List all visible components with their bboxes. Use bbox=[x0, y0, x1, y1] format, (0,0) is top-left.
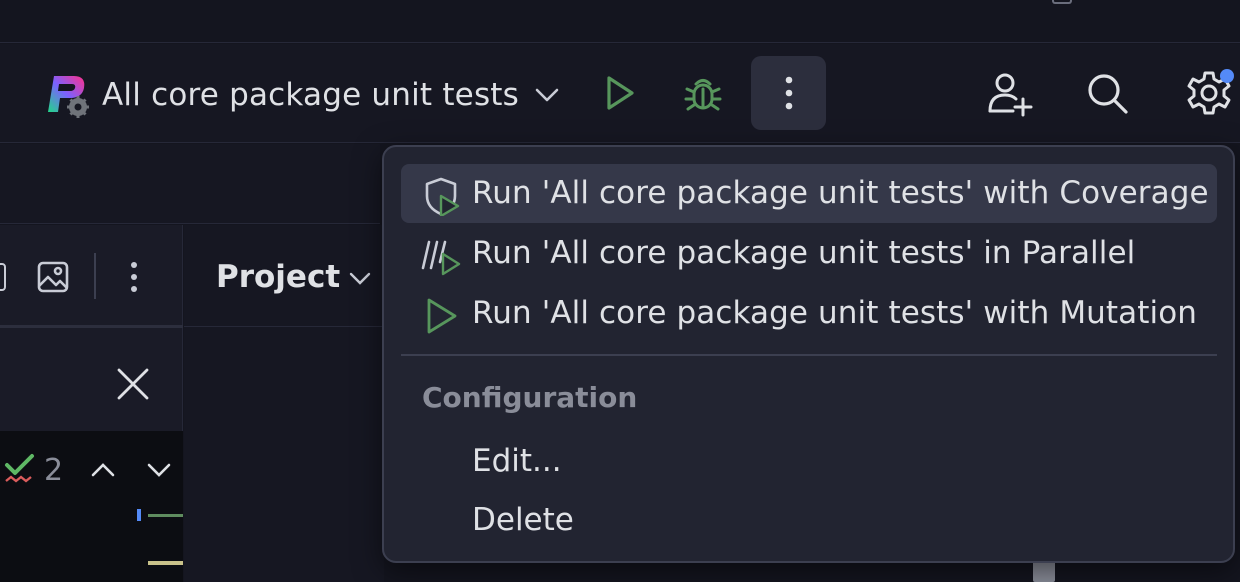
run-icon bbox=[607, 76, 634, 110]
left-tool-panel: 2 bbox=[0, 225, 183, 582]
menu-item-run-with-mutation[interactable]: Run 'All core package unit tests' with M… bbox=[401, 284, 1217, 343]
chevron-down-icon bbox=[535, 88, 559, 102]
run-button[interactable] bbox=[592, 66, 646, 120]
run-configuration-selector[interactable]: All core package unit tests bbox=[44, 70, 561, 120]
menu-item-label: Run 'All core package unit tests' with M… bbox=[472, 295, 1198, 331]
inspection-ok-icon bbox=[5, 454, 34, 483]
secondary-toolbar bbox=[0, 144, 380, 224]
menu-item-label: Run 'All core package unit tests' with C… bbox=[472, 175, 1209, 211]
settings-button[interactable] bbox=[1178, 64, 1240, 122]
ide-logo-icon bbox=[44, 72, 90, 118]
project-panel: Project bbox=[184, 225, 384, 582]
menu-item-edit[interactable]: Edit... bbox=[472, 443, 562, 479]
chevron-down-icon[interactable] bbox=[146, 461, 172, 481]
debug-bug-icon bbox=[684, 79, 722, 111]
more-vertical-icon bbox=[785, 76, 792, 110]
search-icon bbox=[1088, 74, 1128, 114]
parallel-run-icon bbox=[421, 240, 461, 276]
editor-area: 2 bbox=[0, 431, 183, 582]
chevron-up-icon[interactable] bbox=[90, 459, 116, 479]
frame-icon[interactable] bbox=[0, 263, 6, 291]
run-options-popup-menu: Run 'All core package unit tests' with C… bbox=[382, 145, 1235, 563]
code-line bbox=[148, 514, 183, 517]
run-icon bbox=[427, 298, 457, 334]
more-actions-button[interactable] bbox=[751, 56, 826, 130]
toolbar-divider bbox=[94, 253, 96, 299]
code-line bbox=[148, 561, 183, 565]
project-panel-header[interactable]: Project bbox=[184, 225, 384, 327]
title-bar bbox=[0, 0, 1240, 43]
restore-window-icon[interactable] bbox=[1052, 0, 1072, 4]
project-panel-title: Project bbox=[216, 259, 341, 295]
ide-window: All core package unit tests 2 Project Ru… bbox=[0, 0, 1240, 582]
run-configuration-label: All core package unit tests bbox=[102, 77, 520, 113]
coverage-icon bbox=[425, 177, 460, 216]
main-toolbar: All core package unit tests bbox=[0, 44, 1240, 143]
image-icon[interactable] bbox=[36, 260, 70, 294]
more-vertical-icon[interactable] bbox=[129, 261, 139, 293]
menu-item-delete[interactable]: Delete bbox=[472, 502, 574, 538]
problems-count: 2 bbox=[44, 453, 64, 488]
code-marker bbox=[137, 509, 141, 521]
chevron-down-icon bbox=[349, 272, 371, 285]
close-window-icon[interactable] bbox=[1168, 0, 1198, 8]
menu-section-label: Configuration bbox=[422, 381, 638, 414]
search-everywhere-button[interactable] bbox=[1080, 66, 1134, 120]
menu-item-run-in-parallel[interactable]: Run 'All core package unit tests' in Par… bbox=[401, 224, 1217, 283]
close-icon[interactable] bbox=[116, 367, 150, 401]
menu-item-run-with-coverage[interactable]: Run 'All core package unit tests' with C… bbox=[401, 164, 1217, 223]
gear-icon bbox=[1187, 69, 1234, 115]
add-collaborator-button[interactable] bbox=[982, 66, 1036, 120]
menu-item-label: Run 'All core package unit tests' in Par… bbox=[472, 235, 1136, 271]
add-user-icon bbox=[988, 73, 1033, 117]
panel-toolbar bbox=[0, 225, 183, 328]
debug-button[interactable] bbox=[676, 66, 730, 120]
scrollbar-thumb[interactable] bbox=[1033, 560, 1055, 582]
menu-separator bbox=[401, 354, 1217, 356]
panel-header-row bbox=[0, 331, 183, 431]
